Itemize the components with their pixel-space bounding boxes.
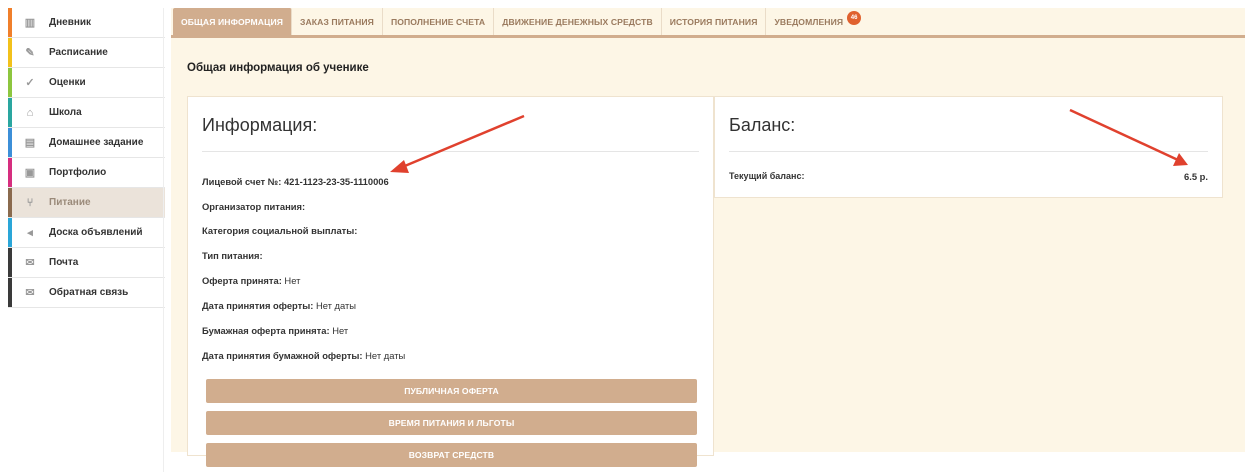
sidebar-item-school[interactable]: ⌂ Школа	[8, 98, 165, 128]
main-panel: ОБЩАЯ ИНФОРМАЦИЯ ЗАКАЗ ПИТАНИЯ ПОПОЛНЕНИ…	[171, 8, 1245, 467]
notification-count-badge: 46	[847, 11, 862, 25]
row-label: Дата принятия бумажной оферты:	[202, 350, 366, 361]
food-type-row: Тип питания:	[202, 250, 263, 261]
tab-notifications-label: УВЕДОМЛЕНИЯ	[774, 16, 844, 27]
sidebar-item-label: Дневник	[49, 17, 92, 28]
public-offer-button[interactable]: ПУБЛИЧНАЯ ОФЕРТА	[206, 379, 697, 403]
offer-accepted-row: Оферта принята: Нет	[202, 275, 300, 286]
sidebar-item-feedback[interactable]: ✉ Обратная связь	[8, 278, 165, 308]
sidebar-item-label: Школа	[49, 107, 82, 118]
sidebar-item-diary[interactable]: ▥ Дневник	[8, 8, 165, 38]
row-label: Лицевой счет №:	[202, 176, 284, 187]
check-icon: ✓	[25, 77, 35, 89]
info-card-title: Информация:	[202, 115, 318, 135]
paper-offer-date-row: Дата принятия бумажной оферты: Нет даты	[202, 350, 405, 361]
info-card: Информация: Лицевой счет №: 421-1123-23-…	[187, 96, 714, 467]
sidebar-color-bar	[8, 158, 12, 187]
sidebar-color-bar	[8, 218, 12, 247]
sidebar-item-mail[interactable]: ✉ Почта	[8, 248, 165, 278]
food-organizer-row: Организатор питания:	[202, 201, 305, 212]
homework-icon: ▤	[24, 137, 36, 149]
sidebar-color-bar	[8, 68, 12, 97]
sidebar-item-grades[interactable]: ✓ Оценки	[8, 68, 165, 98]
sidebar-item-portfolio[interactable]: ▣ Портфолио	[8, 158, 165, 188]
row-value: Нет даты	[315, 300, 357, 311]
sidebar-item-schedule[interactable]: ✎ Расписание	[8, 38, 165, 68]
megaphone-icon: ◂	[27, 227, 33, 239]
row-value: Нет даты	[365, 350, 406, 361]
row-value: Нет	[332, 325, 349, 336]
school-icon: ⌂	[26, 106, 34, 119]
offer-date-row: Дата принятия оферты: Нет даты	[202, 300, 356, 311]
sidebar-color-bar	[8, 278, 12, 307]
sidebar-item-food[interactable]: ⑂ Питание	[8, 188, 165, 218]
row-label: Дата принятия оферты:	[202, 300, 316, 311]
sidebar-item-label: Почта	[49, 257, 79, 268]
sidebar-color-bar	[8, 188, 12, 217]
food-icon: ⑂	[26, 196, 34, 209]
tab-general-info[interactable]: ОБЩАЯ ИНФОРМАЦИЯ	[173, 8, 293, 35]
account-number-value: 421-1123-23-35-1110006	[283, 176, 389, 187]
row-value: Нет	[284, 275, 301, 286]
refund-button[interactable]: ВОЗВРАТ СРЕДСТВ	[206, 443, 697, 467]
sidebar-item-board[interactable]: ◂ Доска объявлений	[8, 218, 165, 248]
sidebar-color-bar	[8, 8, 12, 37]
sidebar-item-label: Оценки	[49, 77, 86, 88]
tab-notifications[interactable]: УВЕДОМЛЕНИЯ 46	[766, 8, 862, 35]
sidebar-item-label: Доска объявлений	[49, 227, 143, 238]
mail-icon: ✉	[25, 257, 35, 269]
feedback-icon: ✉	[25, 287, 35, 299]
pin-icon: ✎	[25, 47, 35, 59]
sidebar-item-label: Обратная связь	[49, 287, 129, 298]
row-label: Тип питания:	[202, 250, 263, 261]
divider	[202, 151, 699, 152]
tab-money-flow[interactable]: ДВИЖЕНИЕ ДЕНЕЖНЫХ СРЕДСТВ	[494, 8, 662, 35]
sidebar-item-homework[interactable]: ▤ Домашнее задание	[8, 128, 165, 158]
divider	[729, 151, 1208, 152]
sidebar-item-label: Питание	[49, 197, 91, 208]
sidebar: ▥ Дневник ✎ Расписание ✓ Оценки ⌂ Школа …	[8, 8, 165, 308]
sidebar-divider	[163, 8, 164, 472]
balance-card: Баланс: Текущий баланс: 6.5 р.	[714, 96, 1223, 198]
tab-top-up[interactable]: ПОПОЛНЕНИЕ СЧЕТА	[383, 8, 495, 35]
tab-food-history[interactable]: ИСТОРИЯ ПИТАНИЯ	[662, 8, 767, 35]
paper-offer-row: Бумажная оферта принята: Нет	[202, 325, 348, 336]
row-label: Бумажная оферта принята:	[202, 325, 333, 336]
current-balance-value: 6.5 р.	[1184, 171, 1208, 182]
row-label: Категория социальной выплаты:	[202, 225, 358, 236]
portfolio-icon: ▣	[24, 167, 36, 179]
tab-bar: ОБЩАЯ ИНФОРМАЦИЯ ЗАКАЗ ПИТАНИЯ ПОПОЛНЕНИ…	[171, 8, 1245, 38]
balance-card-title: Баланс:	[729, 115, 796, 135]
current-balance-label: Текущий баланс:	[729, 171, 805, 181]
sidebar-item-label: Портфолио	[49, 167, 107, 178]
page-title: Общая информация об ученике	[187, 62, 369, 74]
sidebar-item-label: Домашнее задание	[49, 137, 144, 148]
sidebar-color-bar	[8, 38, 12, 67]
sidebar-color-bar	[8, 128, 12, 157]
account-number-row: Лицевой счет №: 421-1123-23-35-1110006	[202, 176, 389, 187]
sidebar-color-bar	[8, 248, 12, 277]
food-time-benefits-button[interactable]: ВРЕМЯ ПИТАНИЯ И ЛЬГОТЫ	[206, 411, 697, 435]
social-category-row: Категория социальной выплаты:	[202, 225, 357, 236]
book-icon: ▥	[24, 17, 36, 29]
sidebar-item-label: Расписание	[49, 47, 108, 58]
tab-food-order[interactable]: ЗАКАЗ ПИТАНИЯ	[292, 8, 383, 35]
row-label: Оферта принята:	[202, 275, 285, 286]
row-label: Организатор питания:	[202, 201, 306, 212]
sidebar-color-bar	[8, 98, 12, 127]
